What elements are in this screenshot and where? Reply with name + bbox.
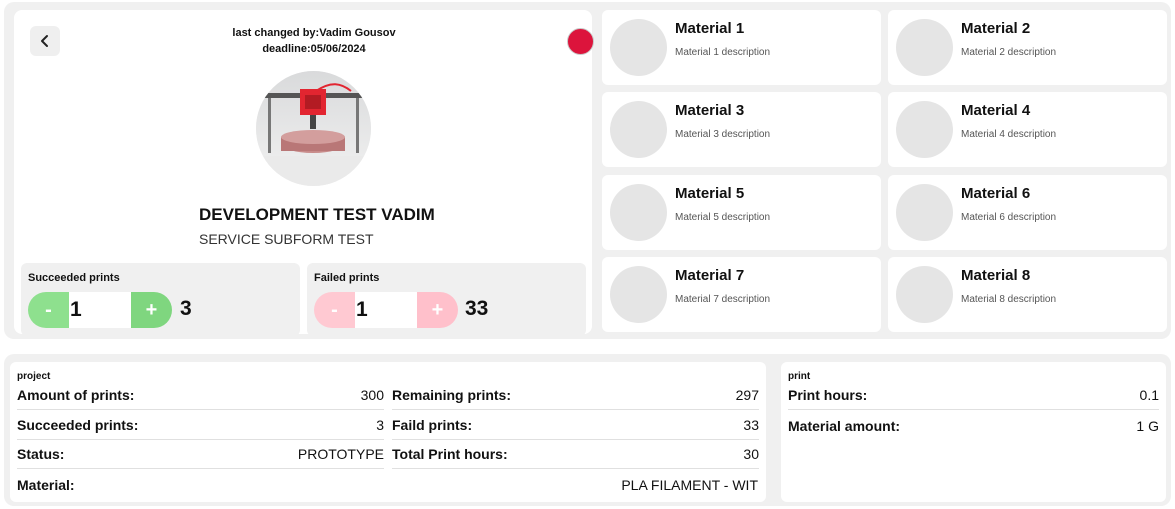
failed-decrement-button[interactable]: - — [314, 292, 355, 328]
meta-info: last changed by:Vadim Gousov deadline:05… — [194, 25, 434, 57]
material-card[interactable]: Material 4 Material 4 description — [888, 92, 1167, 167]
failed-total: 33 — [465, 297, 489, 320]
succeeded-prints-card: Succeeded prints - 1 + 3 — [21, 263, 300, 336]
material-card[interactable]: Material 7 Material 7 description — [602, 257, 881, 332]
detail-value: 300 — [360, 387, 384, 403]
detail-row: Print hours: 0.1 — [788, 381, 1159, 410]
detail-key: Faild prints: — [392, 417, 473, 433]
detail-key: Material: — [17, 476, 75, 493]
material-name: Material 3 — [675, 102, 745, 119]
material-description: Material 6 description — [961, 212, 1057, 223]
top-section: last changed by:Vadim Gousov deadline:05… — [4, 2, 1171, 339]
material-card[interactable]: Material 8 Material 8 description — [888, 257, 1167, 332]
material-description: Material 4 description — [961, 129, 1057, 140]
detail-key: Status: — [17, 446, 65, 462]
material-name: Material 7 — [675, 267, 745, 284]
material-description: Material 3 description — [675, 129, 771, 140]
detail-row: Material: PLA FILAMENT - WIT — [17, 470, 758, 499]
succeeded-decrement-button[interactable]: - — [28, 292, 69, 328]
material-name: Material 1 — [675, 20, 745, 37]
succeeded-increment-button[interactable]: + — [131, 292, 172, 328]
material-card[interactable]: Material 1 Material 1 description — [602, 10, 881, 85]
details-section: project Amount of prints: 300 Succeeded … — [4, 354, 1171, 506]
printer-image-icon — [256, 71, 371, 186]
material-name: Material 8 — [961, 267, 1031, 284]
detail-row: Faild prints: 33 — [392, 411, 759, 440]
detail-row: Total Print hours: 30 — [392, 440, 759, 469]
material-image — [610, 101, 667, 158]
material-description: Material 7 description — [675, 294, 771, 305]
last-changed-text: last changed by:Vadim Gousov — [232, 27, 396, 39]
project-card: last changed by:Vadim Gousov deadline:05… — [14, 10, 594, 336]
material-name: Material 2 — [961, 20, 1031, 37]
project-title: DEVELOPMENT TEST VADIM — [199, 205, 435, 224]
detail-row: Remaining prints: 297 — [392, 381, 759, 410]
material-description: Material 1 description — [675, 47, 771, 58]
failed-prints-card: Failed prints - 1 + 33 — [307, 263, 586, 336]
detail-value: PROTOTYPE — [297, 446, 384, 462]
succeeded-stepper: - 1 + — [28, 292, 172, 328]
back-button[interactable] — [30, 26, 60, 56]
material-description: Material 5 description — [675, 212, 771, 223]
material-description: Material 8 description — [961, 294, 1057, 305]
detail-value: PLA FILAMENT - WIT — [621, 476, 758, 493]
project-subtitle: SERVICE SUBFORM TEST — [199, 231, 374, 247]
material-card[interactable]: Material 2 Material 2 description — [888, 10, 1167, 85]
material-image — [610, 184, 667, 241]
detail-value: 30 — [743, 446, 759, 462]
project-details-panel: project Amount of prints: 300 Succeeded … — [10, 362, 766, 502]
material-image — [610, 19, 667, 76]
material-card[interactable]: Material 5 Material 5 description — [602, 175, 881, 250]
material-card[interactable]: Material 3 Material 3 description — [602, 92, 881, 167]
detail-key: Print hours: — [788, 387, 868, 403]
material-description: Material 2 description — [961, 47, 1057, 58]
material-image — [896, 266, 953, 323]
material-image — [610, 266, 667, 323]
detail-value: 0.1 — [1139, 387, 1159, 403]
project-image — [256, 71, 371, 186]
detail-row: Succeeded prints: 3 — [17, 411, 384, 440]
failed-increment-button[interactable]: + — [417, 292, 458, 328]
chevron-left-icon — [41, 35, 48, 47]
material-name: Material 6 — [961, 185, 1031, 202]
detail-key: Material amount: — [788, 417, 901, 434]
detail-row: Amount of prints: 300 — [17, 381, 384, 410]
detail-key: Succeeded prints: — [17, 417, 139, 433]
detail-value: 1 G — [1136, 417, 1159, 434]
material-image — [896, 184, 953, 241]
succeeded-prints-label: Succeeded prints — [28, 272, 120, 284]
detail-value: 33 — [743, 417, 759, 433]
material-image — [896, 19, 953, 76]
detail-value: 3 — [376, 417, 384, 433]
deadline-text: deadline:05/06/2024 — [262, 43, 366, 55]
failed-stepper-input[interactable]: 1 — [355, 292, 417, 328]
detail-key: Remaining prints: — [392, 387, 512, 403]
print-details-panel: print Print hours: 0.1 Material amount: … — [781, 362, 1166, 502]
detail-key: Amount of prints: — [17, 387, 135, 403]
detail-value: 297 — [735, 387, 759, 403]
succeeded-total: 3 — [180, 297, 192, 320]
material-name: Material 4 — [961, 102, 1031, 119]
failed-prints-label: Failed prints — [314, 272, 380, 284]
status-indicator — [567, 28, 594, 55]
material-image — [896, 101, 953, 158]
failed-stepper: - 1 + — [314, 292, 458, 328]
succeeded-stepper-input[interactable]: 1 — [69, 292, 131, 328]
detail-key: Total Print hours: — [392, 446, 508, 462]
material-card[interactable]: Material 6 Material 6 description — [888, 175, 1167, 250]
detail-row: Status: PROTOTYPE — [17, 440, 384, 469]
detail-row: Material amount: 1 G — [788, 411, 1159, 440]
material-name: Material 5 — [675, 185, 745, 202]
